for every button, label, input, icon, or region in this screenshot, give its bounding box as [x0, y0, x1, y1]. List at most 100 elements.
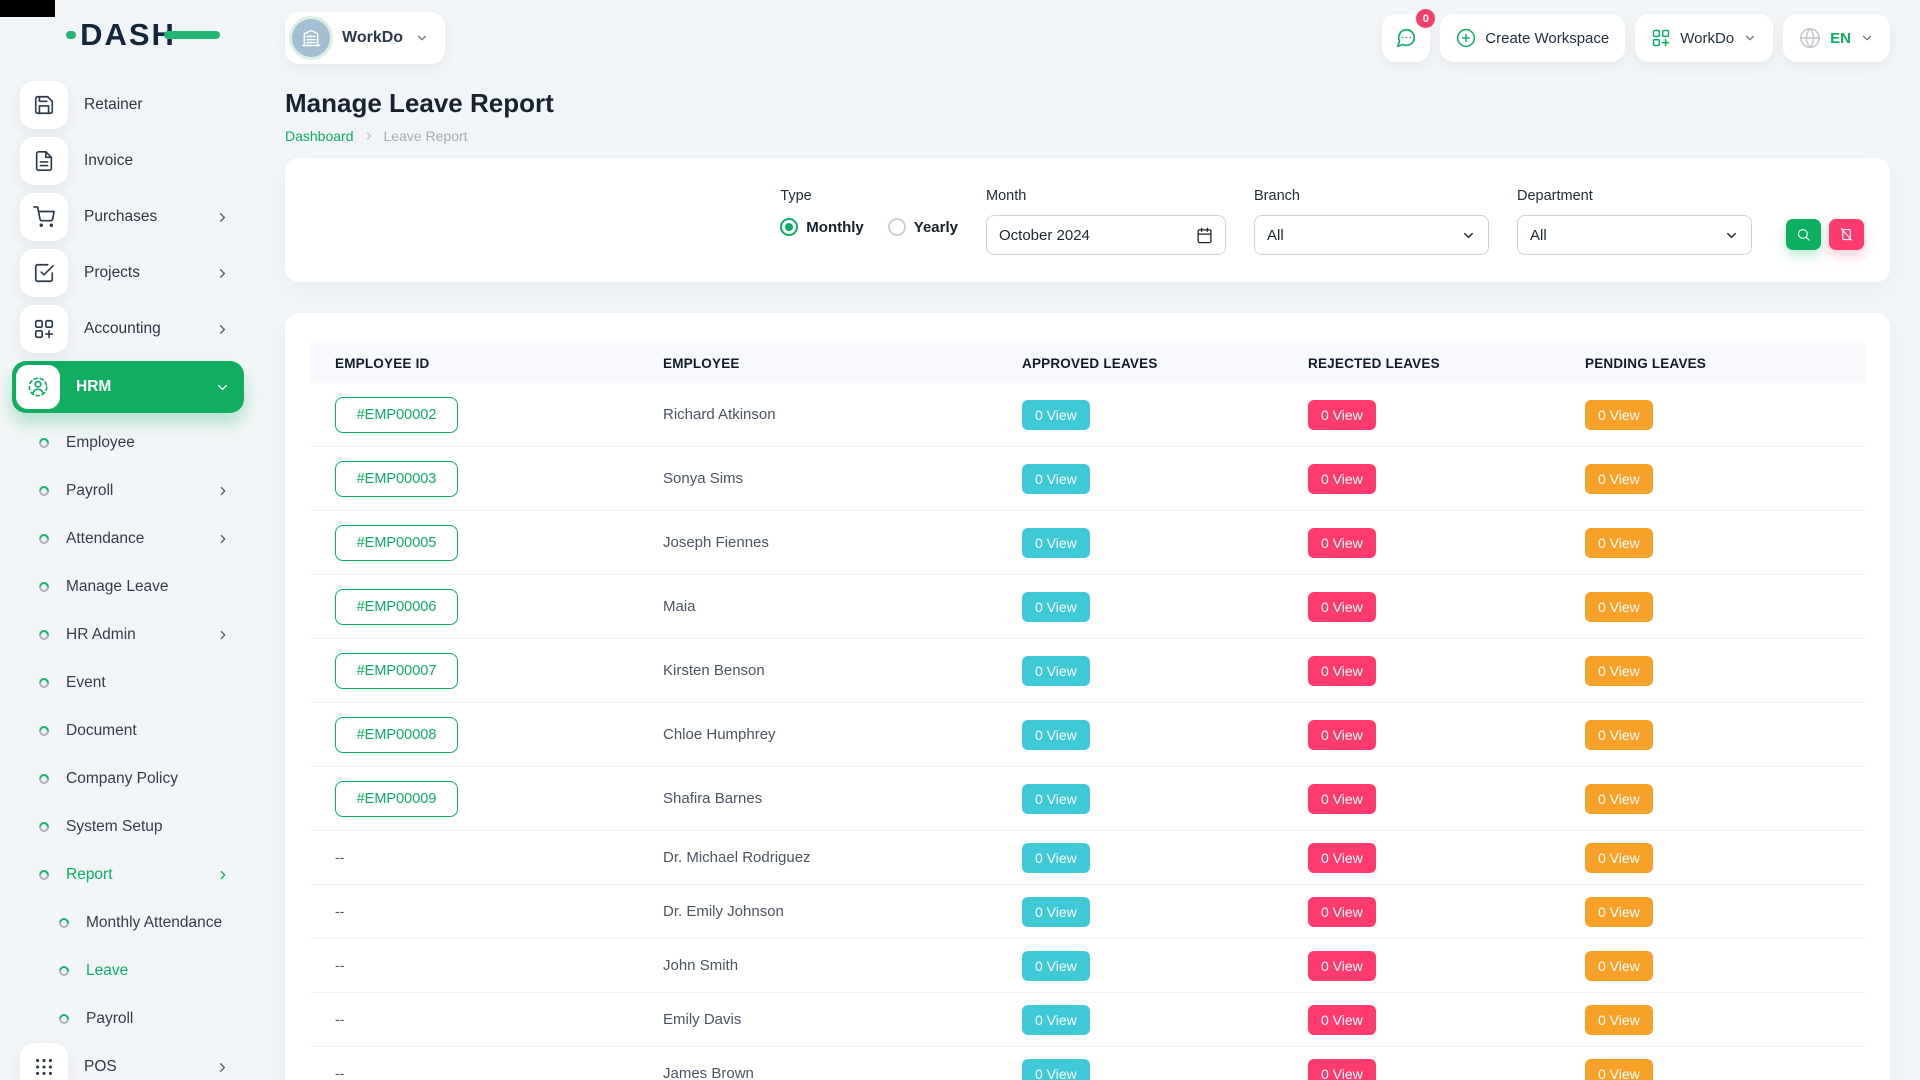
language-selector[interactable]: EN — [1783, 14, 1890, 62]
chevron-down-icon — [415, 31, 429, 45]
pending-leaves-view-badge[interactable]: 0 View — [1585, 843, 1653, 873]
employee-name: John Smith — [663, 957, 738, 974]
month-date-input[interactable]: October 2024 — [986, 215, 1226, 255]
column-header: APPROVED LEAVES — [1022, 356, 1308, 371]
approved-leaves-view-badge[interactable]: 0 View — [1022, 464, 1090, 494]
sidebar-item-payroll[interactable]: Payroll — [12, 995, 244, 1043]
invoice-icon — [33, 150, 55, 172]
rejected-leaves-view-badge[interactable]: 0 View — [1308, 784, 1376, 814]
sidebar-item-retainer[interactable]: Retainer — [12, 81, 244, 129]
pending-leaves-view-badge[interactable]: 0 View — [1585, 951, 1653, 981]
rejected-leaves-view-badge[interactable]: 0 View — [1308, 400, 1376, 430]
rejected-leaves-view-badge[interactable]: 0 View — [1308, 897, 1376, 927]
employee-id-empty: -- — [335, 849, 344, 865]
workspace-selector[interactable]: WorkDo — [285, 12, 445, 64]
approved-leaves-view-badge[interactable]: 0 View — [1022, 656, 1090, 686]
reset-filter-button[interactable] — [1829, 219, 1864, 250]
rejected-leaves-view-badge[interactable]: 0 View — [1308, 656, 1376, 686]
employee-id-button[interactable]: #EMP00003 — [335, 461, 458, 497]
pending-leaves-view-badge[interactable]: 0 View — [1585, 400, 1653, 430]
approved-leaves-view-badge[interactable]: 0 View — [1022, 1005, 1090, 1035]
sidebar-item-invoice[interactable]: Invoice — [12, 137, 244, 185]
type-radio-yearly[interactable]: Yearly — [888, 218, 958, 236]
page-title: Manage Leave Report — [285, 88, 1890, 119]
approved-leaves-view-badge[interactable]: 0 View — [1022, 843, 1090, 873]
app-logo[interactable]: DASH — [80, 17, 176, 53]
pending-leaves-view-badge[interactable]: 0 View — [1585, 464, 1653, 494]
column-header: REJECTED LEAVES — [1308, 356, 1585, 371]
sidebar-item-hrm[interactable]: HRM — [12, 361, 244, 413]
bullet-icon — [37, 436, 51, 450]
rejected-leaves-view-badge[interactable]: 0 View — [1308, 1005, 1376, 1035]
approved-leaves-view-badge[interactable]: 0 View — [1022, 400, 1090, 430]
pending-leaves-view-badge[interactable]: 0 View — [1585, 1059, 1653, 1080]
rejected-leaves-view-badge[interactable]: 0 View — [1308, 720, 1376, 750]
type-radio-monthly[interactable]: Monthly — [780, 218, 864, 236]
rejected-leaves-view-badge[interactable]: 0 View — [1308, 464, 1376, 494]
pending-leaves-view-badge[interactable]: 0 View — [1585, 784, 1653, 814]
sidebar-item-pos[interactable]: POS — [12, 1043, 244, 1080]
sidebar-nav: Retainer Invoice Purchases Projects Acco… — [0, 70, 256, 1080]
sidebar-item-payroll[interactable]: Payroll — [12, 467, 244, 515]
table-row: #EMP00003 Sonya Sims 0 View 0 View 0 Vie… — [310, 447, 1865, 511]
rejected-leaves-view-badge[interactable]: 0 View — [1308, 1059, 1376, 1080]
sidebar-item-leave[interactable]: Leave — [12, 947, 244, 995]
sidebar-item-hr-admin[interactable]: HR Admin — [12, 611, 244, 659]
sidebar-item-employee[interactable]: Employee — [12, 419, 244, 467]
sidebar-item-purchases[interactable]: Purchases — [12, 193, 244, 241]
employee-name: Chloe Humphrey — [663, 726, 776, 743]
employee-id-empty: -- — [335, 903, 344, 919]
employee-id-button[interactable]: #EMP00002 — [335, 397, 458, 433]
app-switcher-button[interactable]: WorkDo — [1635, 14, 1773, 62]
employee-id-button[interactable]: #EMP00009 — [335, 781, 458, 817]
approved-leaves-view-badge[interactable]: 0 View — [1022, 951, 1090, 981]
rejected-leaves-view-badge[interactable]: 0 View — [1308, 528, 1376, 558]
rejected-leaves-view-badge[interactable]: 0 View — [1308, 951, 1376, 981]
chevron-down-icon — [1724, 228, 1739, 243]
employee-id-button[interactable]: #EMP00005 — [335, 525, 458, 561]
bullet-icon — [37, 580, 51, 594]
sidebar-item-event[interactable]: Event — [12, 659, 244, 707]
sidebar-item-manage-leave[interactable]: Manage Leave — [12, 563, 244, 611]
create-workspace-button[interactable]: Create Workspace — [1440, 14, 1625, 62]
pending-leaves-view-badge[interactable]: 0 View — [1585, 592, 1653, 622]
search-button[interactable] — [1786, 219, 1821, 250]
bullet-icon — [37, 676, 51, 690]
approved-leaves-view-badge[interactable]: 0 View — [1022, 592, 1090, 622]
rejected-leaves-view-badge[interactable]: 0 View — [1308, 843, 1376, 873]
chevron-down-icon — [1860, 31, 1874, 45]
pending-leaves-view-badge[interactable]: 0 View — [1585, 656, 1653, 686]
approved-leaves-view-badge[interactable]: 0 View — [1022, 1059, 1090, 1080]
sidebar-item-company-policy[interactable]: Company Policy — [12, 755, 244, 803]
column-header: PENDING LEAVES — [1585, 356, 1865, 371]
pending-leaves-view-badge[interactable]: 0 View — [1585, 720, 1653, 750]
pending-leaves-view-badge[interactable]: 0 View — [1585, 528, 1653, 558]
breadcrumb-dashboard-link[interactable]: Dashboard — [285, 128, 354, 144]
rejected-leaves-view-badge[interactable]: 0 View — [1308, 592, 1376, 622]
messages-button[interactable]: 0 — [1382, 14, 1430, 62]
sidebar-item-attendance[interactable]: Attendance — [12, 515, 244, 563]
pending-leaves-view-badge[interactable]: 0 View — [1585, 897, 1653, 927]
table-row: #EMP00008 Chloe Humphrey 0 View 0 View 0… — [310, 703, 1865, 767]
department-select[interactable]: All — [1517, 215, 1752, 255]
approved-leaves-view-badge[interactable]: 0 View — [1022, 784, 1090, 814]
branch-select[interactable]: All — [1254, 215, 1489, 255]
chevron-right-icon — [216, 868, 230, 882]
approved-leaves-view-badge[interactable]: 0 View — [1022, 528, 1090, 558]
employee-id-empty: -- — [335, 1011, 344, 1027]
approved-leaves-view-badge[interactable]: 0 View — [1022, 897, 1090, 927]
pending-leaves-view-badge[interactable]: 0 View — [1585, 1005, 1653, 1035]
bullet-icon — [57, 916, 71, 930]
approved-leaves-view-badge[interactable]: 0 View — [1022, 720, 1090, 750]
sidebar-item-accounting[interactable]: Accounting — [12, 305, 244, 353]
sidebar-item-monthly-attendance[interactable]: Monthly Attendance — [12, 899, 244, 947]
employee-id-button[interactable]: #EMP00006 — [335, 589, 458, 625]
cart-icon — [33, 206, 55, 228]
sidebar-item-document[interactable]: Document — [12, 707, 244, 755]
sidebar-item-system-setup[interactable]: System Setup — [12, 803, 244, 851]
employee-id-button[interactable]: #EMP00007 — [335, 653, 458, 689]
employee-name: Dr. Emily Johnson — [663, 903, 784, 920]
employee-id-button[interactable]: #EMP00008 — [335, 717, 458, 753]
sidebar-item-report[interactable]: Report — [12, 851, 244, 899]
sidebar-item-projects[interactable]: Projects — [12, 249, 244, 297]
